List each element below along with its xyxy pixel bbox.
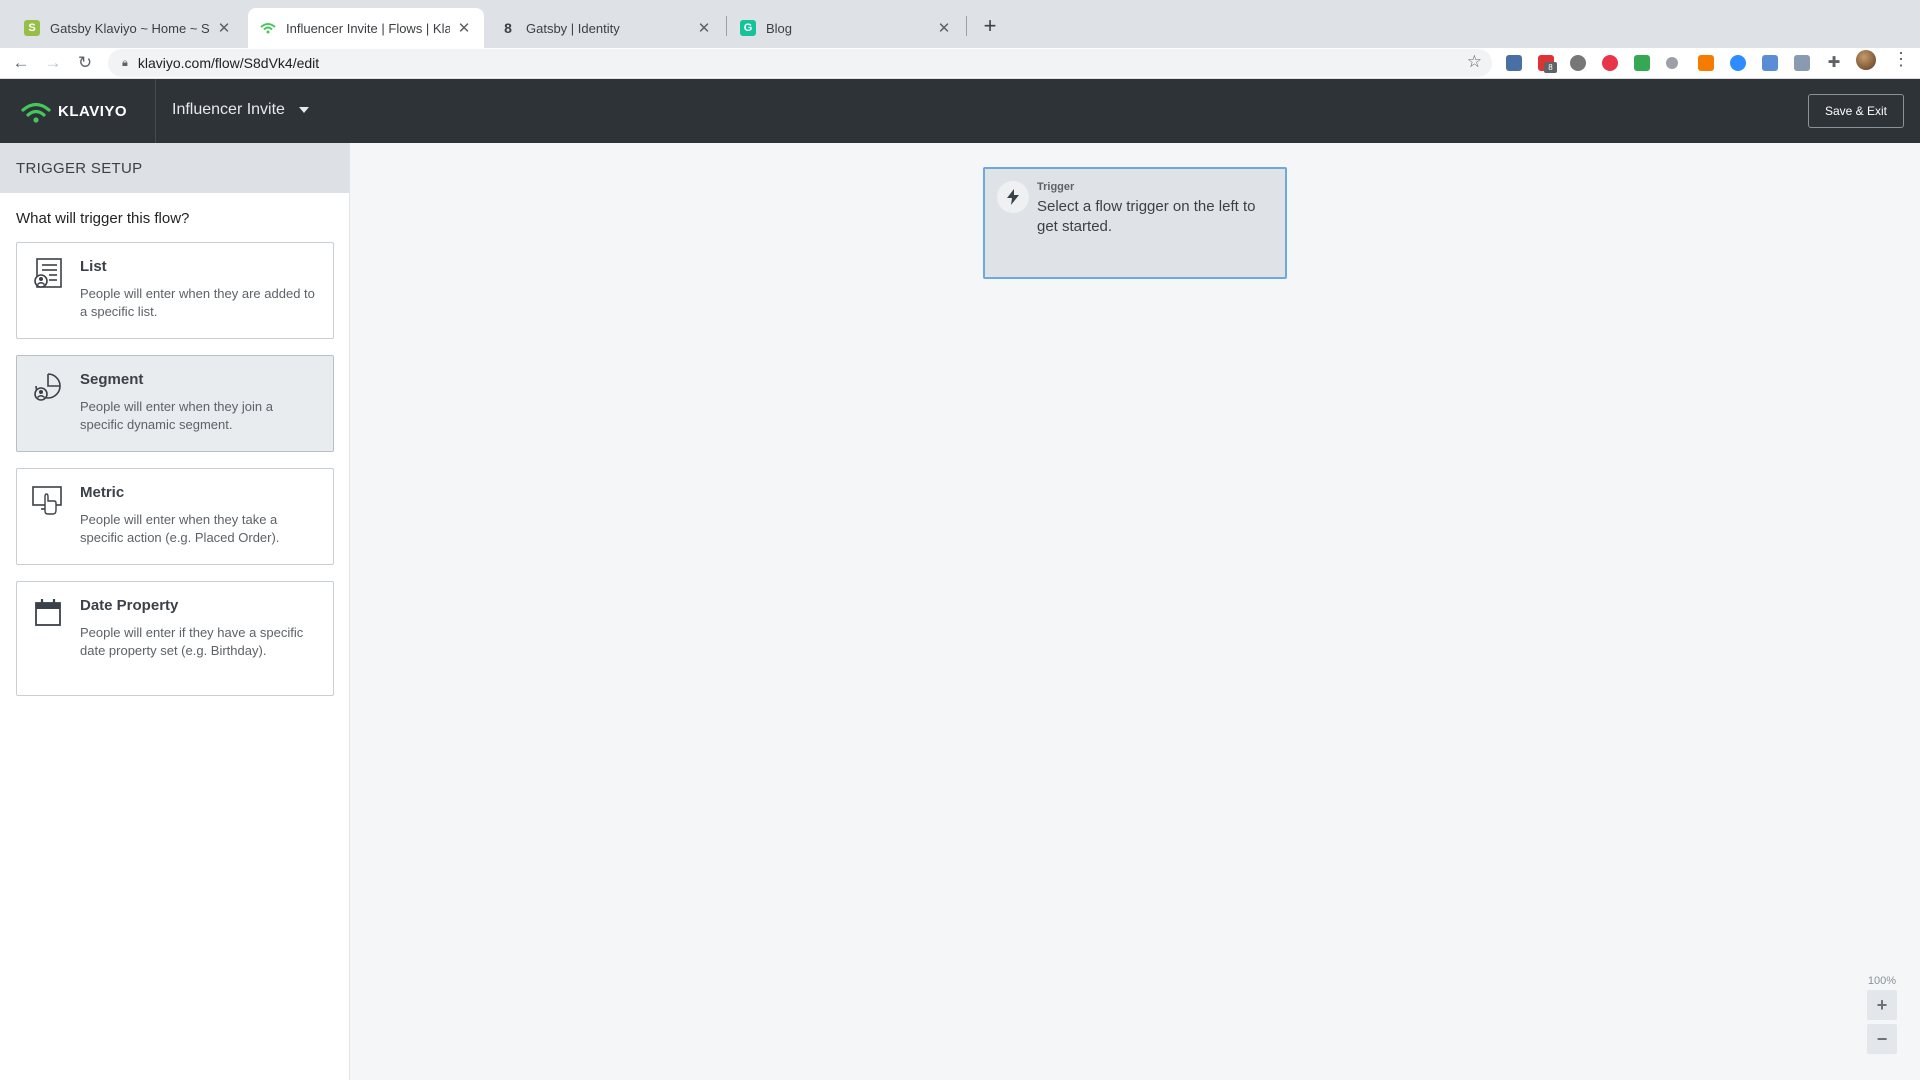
tab-title: Gatsby Klaviyo ~ Home ~ Shop <box>50 20 210 36</box>
tab-title: Gatsby | Identity <box>526 20 620 36</box>
browser-toolbar: ← → ↻ 🔒︎ klaviyo.com/flow/S8dVk4/edit ☆ … <box>0 48 1920 79</box>
identity-icon: 8 <box>504 20 512 36</box>
profile-avatar[interactable] <box>1856 50 1876 70</box>
trigger-setup-panel: TRIGGER SETUP What will trigger this flo… <box>0 143 350 1080</box>
back-arrow-icon[interactable]: ← <box>8 50 34 76</box>
trigger-node[interactable]: Trigger Select a flow trigger on the lef… <box>983 167 1287 279</box>
close-icon[interactable]: ✕ <box>936 19 952 37</box>
extension-icon[interactable] <box>1570 55 1586 71</box>
reload-icon[interactable]: ↻ <box>72 50 98 76</box>
flow-name-dropdown[interactable]: Influencer Invite <box>172 101 309 119</box>
tab-divider <box>726 16 727 36</box>
extension-icon[interactable] <box>1602 55 1618 71</box>
option-description: People will enter when they join a speci… <box>80 399 273 432</box>
puzzle-icon[interactable]: ✚ <box>1826 55 1842 71</box>
zoom-out-button[interactable]: − <box>1867 1024 1897 1054</box>
header-divider <box>155 79 156 143</box>
klaviyo-icon <box>260 20 276 36</box>
metric-icon <box>32 486 62 515</box>
calendar-icon <box>35 599 61 626</box>
flow-canvas[interactable]: Trigger Select a flow trigger on the lef… <box>351 143 1920 1080</box>
klaviyo-logo[interactable]: KLAVIYO <box>20 99 127 123</box>
tab-title: Influencer Invite | Flows | Klavi <box>286 20 450 36</box>
option-title: Date Property <box>80 597 179 614</box>
panel-heading: TRIGGER SETUP <box>0 143 349 193</box>
url-text: klaviyo.com/flow/S8dVk4/edit <box>137 55 320 71</box>
new-tab-button[interactable]: + <box>976 12 1004 40</box>
klaviyo-logo-icon <box>21 102 51 123</box>
browser-tab-klaviyo[interactable]: Influencer Invite | Flows | Klavi ✕ <box>248 8 484 48</box>
trigger-option-metric[interactable]: Metric People will enter when they take … <box>16 468 334 565</box>
extension-icon[interactable] <box>1666 57 1678 69</box>
option-description: People will enter if they have a specifi… <box>80 625 304 658</box>
lightning-bolt-icon <box>997 181 1029 213</box>
lock-icon: 🔒︎ <box>122 56 128 69</box>
extension-icon[interactable] <box>1506 55 1522 71</box>
option-title: List <box>80 258 107 275</box>
address-bar[interactable]: 🔒︎ klaviyo.com/flow/S8dVk4/edit ☆ <box>108 49 1492 77</box>
grammarly-icon: G <box>740 20 756 36</box>
close-icon[interactable]: ✕ <box>456 19 472 37</box>
zoom-in-button[interactable]: + <box>1867 990 1897 1020</box>
save-exit-button[interactable]: Save & Exit <box>1807 94 1904 128</box>
close-icon[interactable]: ✕ <box>216 19 232 37</box>
extension-icon[interactable] <box>1730 55 1746 71</box>
trigger-option-date-property[interactable]: Date Property People will enter if they … <box>16 581 334 696</box>
trigger-label: Trigger <box>1037 181 1075 193</box>
trigger-instructions: Select a flow trigger on the left to get… <box>1037 198 1256 235</box>
list-icon <box>34 258 62 288</box>
trigger-option-list[interactable]: List People will enter when they are add… <box>16 242 334 339</box>
flow-name-text: Influencer Invite <box>172 101 285 118</box>
extension-icon[interactable] <box>1698 55 1714 71</box>
app-header: KLAVIYO Influencer Invite Save & Exit <box>0 79 1920 143</box>
option-description: People will enter when they are added to… <box>80 286 315 319</box>
extension-icon[interactable] <box>1762 55 1778 71</box>
browser-tab-blog[interactable]: G Blog ✕ <box>728 8 964 48</box>
shopify-icon: S <box>24 20 40 36</box>
bookmark-star-icon[interactable]: ☆ <box>1467 52 1482 72</box>
tab-divider <box>966 16 967 36</box>
extension-icon[interactable] <box>1634 55 1650 71</box>
option-title: Metric <box>80 484 125 501</box>
extension-icon[interactable] <box>1794 55 1810 71</box>
close-icon[interactable]: ✕ <box>696 19 712 37</box>
segment-icon <box>34 373 61 401</box>
trigger-question: What will trigger this flow? <box>16 210 190 227</box>
browser-tab-shop[interactable]: S Gatsby Klaviyo ~ Home ~ Shop ✕ <box>12 8 244 48</box>
more-menu-icon[interactable]: ⋮ <box>1892 50 1910 70</box>
browser-tabstrip: S Gatsby Klaviyo ~ Home ~ Shop ✕ Influen… <box>0 0 1920 48</box>
trigger-option-segment[interactable]: Segment People will enter when they join… <box>16 355 334 452</box>
browser-tab-identity[interactable]: 8 Gatsby | Identity ✕ <box>488 8 724 48</box>
logo-text: KLAVIYO <box>58 102 128 120</box>
caret-down-icon <box>298 107 309 113</box>
zoom-level: 100% <box>1867 975 1896 987</box>
tab-title: Blog <box>766 20 793 36</box>
extension-badge: 8 <box>1544 62 1557 73</box>
option-description: People will enter when they take a speci… <box>80 512 280 545</box>
option-title: Segment <box>80 371 144 388</box>
forward-arrow-icon[interactable]: → <box>40 50 66 76</box>
